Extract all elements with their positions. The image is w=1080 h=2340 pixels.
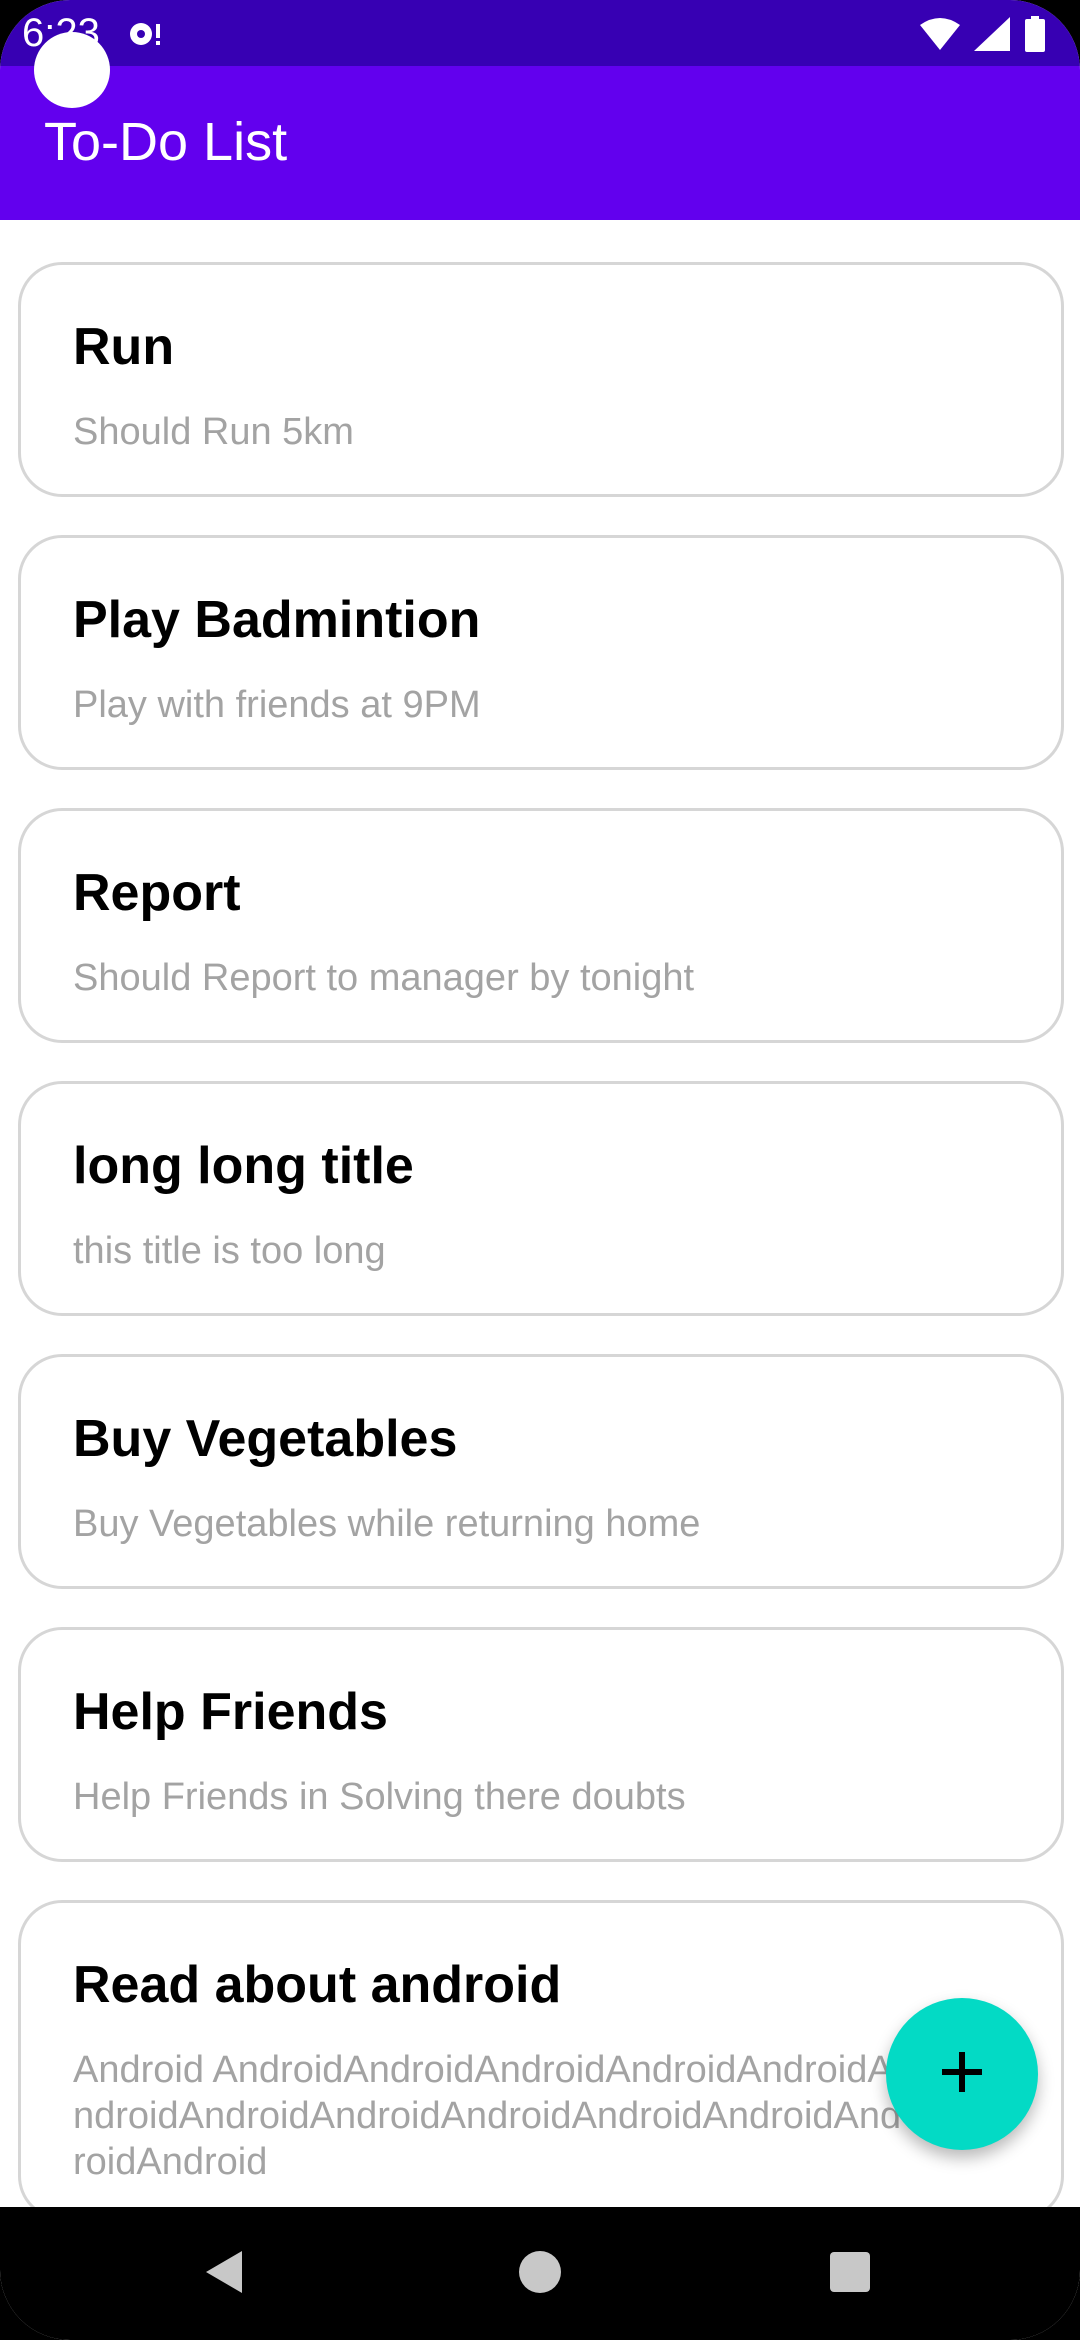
camera-cutout bbox=[34, 32, 110, 108]
todo-description: Buy Vegetables while returning home bbox=[73, 1503, 701, 1545]
todo-description: Should Report to manager by tonight bbox=[73, 957, 695, 999]
add-todo-button[interactable] bbox=[886, 1998, 1038, 2150]
todo-description: this title is too long bbox=[73, 1230, 386, 1272]
back-icon bbox=[200, 2247, 250, 2302]
todo-list[interactable]: Run Should Run 5km Play Badmintion Play … bbox=[0, 220, 1080, 2207]
todo-card[interactable]: Buy Vegetables Buy Vegetables while retu… bbox=[18, 1354, 1064, 1589]
todo-card[interactable]: Play Badmintion Play with friends at 9PM bbox=[18, 535, 1064, 770]
todo-title: long long title bbox=[73, 1137, 414, 1195]
todo-title: Report bbox=[73, 864, 241, 922]
todo-title: Play Badmintion bbox=[73, 591, 481, 649]
notification-icon bbox=[126, 16, 162, 52]
signal-icon bbox=[974, 17, 1010, 51]
back-button[interactable] bbox=[190, 2239, 260, 2309]
recents-icon bbox=[828, 2250, 872, 2299]
recents-button[interactable] bbox=[815, 2239, 885, 2309]
todo-title: Run bbox=[73, 318, 175, 376]
screen: 6:23 To-Do List Run Should Run 5km Play … bbox=[0, 0, 1080, 2340]
todo-card[interactable]: long long title this title is too long bbox=[18, 1081, 1064, 1316]
home-icon bbox=[517, 2249, 563, 2300]
home-button[interactable] bbox=[505, 2239, 575, 2309]
todo-title: Buy Vegetables bbox=[73, 1410, 458, 1468]
wifi-icon bbox=[920, 17, 960, 51]
status-icons bbox=[920, 14, 1046, 54]
battery-icon bbox=[1024, 16, 1046, 52]
todo-card[interactable]: Help Friends Help Friends in Solving the… bbox=[18, 1627, 1064, 1862]
app-title: To-Do List bbox=[44, 112, 288, 172]
todo-description: Android AndroidAndroidAndroidAndroidAndr… bbox=[73, 2049, 902, 2183]
todo-card[interactable]: Report Should Report to manager by tonig… bbox=[18, 808, 1064, 1043]
todo-title: Help Friends bbox=[73, 1683, 388, 1741]
navigation-bar bbox=[0, 2207, 1080, 2340]
plus-icon bbox=[940, 2050, 984, 2099]
todo-card[interactable]: Run Should Run 5km bbox=[18, 262, 1064, 497]
status-bar: 6:23 bbox=[0, 0, 1080, 66]
todo-title: Read about android bbox=[73, 1956, 562, 2014]
todo-description: Play with friends at 9PM bbox=[73, 684, 481, 726]
todo-description: Should Run 5km bbox=[73, 411, 354, 453]
todo-description: Help Friends in Solving there doubts bbox=[73, 1776, 686, 1818]
app-bar: To-Do List bbox=[0, 66, 1080, 220]
